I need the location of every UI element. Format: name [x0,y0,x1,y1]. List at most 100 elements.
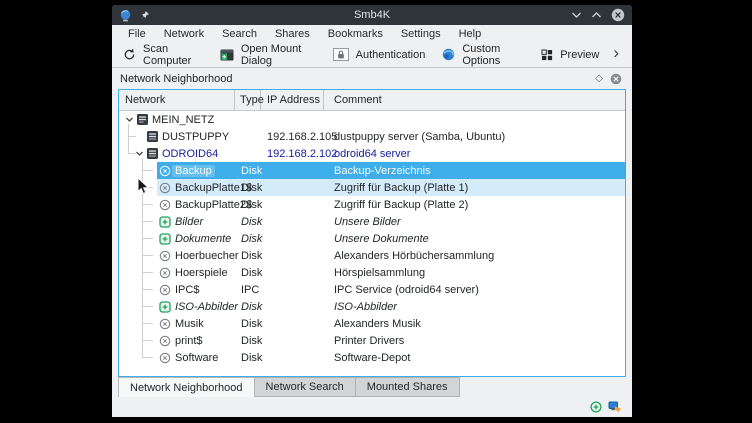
tree-row-iso-abbilder[interactable]: ISO-AbbilderDiskISO-Abbilder [119,298,625,315]
tree-row-software[interactable]: Software Disk Software-Depot [119,349,625,366]
item-name: DUSTPUPPY [162,131,229,143]
menu-file[interactable]: File [119,27,155,41]
share-icon [159,250,171,262]
network-cell: BackupPlatte1$ [119,182,252,194]
menu-search[interactable]: Search [213,27,266,41]
tree-row-backup[interactable]: Backup Disk Backup-Verzeichnis [119,162,625,179]
open-mount-dialog-button[interactable]: Open Mount Dialog [217,41,325,69]
share-icon [159,199,171,211]
network-cell: MEIN_NETZ [119,114,214,126]
close-button[interactable] [611,8,625,22]
type-cell: Disk [241,216,262,228]
table-header: Network Type IP Address Comment [119,90,625,111]
network-tree-view: Network Type IP Address Comment MEIN_NET… [118,89,626,377]
share-icon [159,352,171,364]
tab-network-search[interactable]: Network Search [255,377,356,397]
type-cell: Disk [241,352,262,364]
comment-cell: Backup-Verzeichnis [334,165,431,177]
network-cell: Bilder [119,216,203,228]
menu-shares[interactable]: Shares [266,27,319,41]
comment-cell: Zugriff für Backup (Platte 2) [334,199,468,211]
column-header-ip-address[interactable]: IP Address [261,90,324,110]
column-header-network[interactable]: Network [119,90,235,110]
network-cell: Backup [119,165,215,177]
tree-row-bilder[interactable]: Bilder Disk Unsere Bilder [119,213,625,230]
authentication-button[interactable]: Authentication [330,46,435,63]
network-cell: IPC$ [119,284,199,296]
custom-options-button[interactable]: Custom Options [439,41,533,69]
comment-cell: Unsere Dokumente [334,233,429,245]
tree-row-odroid64[interactable]: ODROID64192.168.2.102odroid64 server [119,145,625,162]
menu-network[interactable]: Network [155,27,213,41]
type-cell: Disk [241,267,262,279]
dock-close-icon[interactable] [610,73,622,85]
tree-row-dustpuppy[interactable]: DUSTPUPPY192.168.2.105dustpuppy server (… [119,128,625,145]
tree-row-ipc[interactable]: IPC$IPCIPC Service (odroid64 server) [119,281,625,298]
column-header-type[interactable]: Type [235,90,261,110]
item-name: print$ [175,335,203,347]
item-name: Hoerspiele [175,267,228,279]
column-header-comment[interactable]: Comment [324,90,625,110]
scan-computer-button[interactable]: Scan Computer [120,41,212,69]
toolbar-button-label: Scan Computer [143,43,203,67]
comment-cell: odroid64 server [334,148,410,160]
tree-row-backupplatte1[interactable]: BackupPlatte1$DiskZugriff für Backup (Pl… [119,179,625,196]
tab-mounted-shares[interactable]: Mounted Shares [356,377,460,397]
workgroup-icon [136,114,148,125]
item-name: Musik [175,318,204,330]
tree-row-print[interactable]: print$DiskPrinter Drivers [119,332,625,349]
comment-cell: Unsere Bilder [334,216,401,228]
maximize-button[interactable] [591,11,602,19]
share-icon [159,318,171,330]
toolbar-overflow-icon[interactable]: › [613,48,624,61]
tree-row-backupplatte2[interactable]: BackupPlatte2$DiskZugriff für Backup (Pl… [119,196,625,213]
table-body: MEIN_NETZDUSTPUPPY192.168.2.105dustpuppy… [119,111,625,366]
toolbar: Scan Computer Open Mount Dialog Authentica… [112,42,632,68]
item-name: IPC$ [175,284,199,296]
toolbar-button-label: Authentication [356,49,426,61]
comment-cell: Printer Drivers [334,335,404,347]
server-icon [146,131,158,142]
item-name: Software [175,352,218,364]
item-name: ISO-Abbilder [175,301,238,313]
tree-row-mein-netz[interactable]: MEIN_NETZ [119,111,625,128]
item-name: Dokumente [175,233,231,245]
item-name: MEIN_NETZ [152,114,214,126]
smb4k-window: Smb4K FileNetworkSearchSharesBookmarksSe… [112,5,632,417]
tree-row-hoerspiele[interactable]: Hoerspiele Disk Hörspielsammlung [119,264,625,281]
share-icon [159,335,171,347]
tree-row-hoerbuecher[interactable]: HoerbuecherDiskAlexanders Hörbüchersamml… [119,247,625,264]
share-icon [159,267,171,279]
item-name: Hoerbuecher [175,250,239,262]
share-mounted-icon [159,216,171,228]
type-cell: Disk [241,318,262,330]
menu-settings[interactable]: Settings [392,27,450,41]
tree-row-musik[interactable]: MusikDiskAlexanders Musik [119,315,625,332]
menubar: FileNetworkSearchSharesBookmarksSettings… [112,25,632,42]
expander-chevron-down-icon[interactable] [132,149,146,158]
network-cell: ISO-Abbilder [119,301,238,313]
minimize-button[interactable] [571,11,582,19]
network-cell: Hoerbuecher [119,250,239,262]
comment-cell: Hörspielsammlung [334,267,425,279]
menu-bookmarks[interactable]: Bookmarks [319,27,392,41]
ip-address-cell: 192.168.2.102 [267,148,337,160]
menu-help[interactable]: Help [450,27,491,41]
ip-address-cell: 192.168.2.105 [267,131,337,143]
item-name: Bilder [175,216,203,228]
type-cell: Disk [241,165,262,177]
tree-row-dokumente[interactable]: DokumenteDiskUnsere Dokumente [119,230,625,247]
expander-chevron-down-icon[interactable] [122,115,136,124]
comment-cell: Software-Depot [334,352,410,364]
pin-icon[interactable] [139,10,150,21]
type-cell: Disk [241,250,262,262]
network-cell: print$ [119,335,203,347]
item-name: Backup [172,165,215,177]
float-icon[interactable]: ◇ [595,74,603,84]
network-share-icon [608,401,622,413]
toolbar-button-label: Custom Options [462,43,524,67]
preview-button[interactable]: Preview [538,47,608,63]
share-icon [159,165,171,177]
tab-network-neighborhood[interactable]: Network Neighborhood [118,377,255,397]
type-cell: IPC [241,284,259,296]
